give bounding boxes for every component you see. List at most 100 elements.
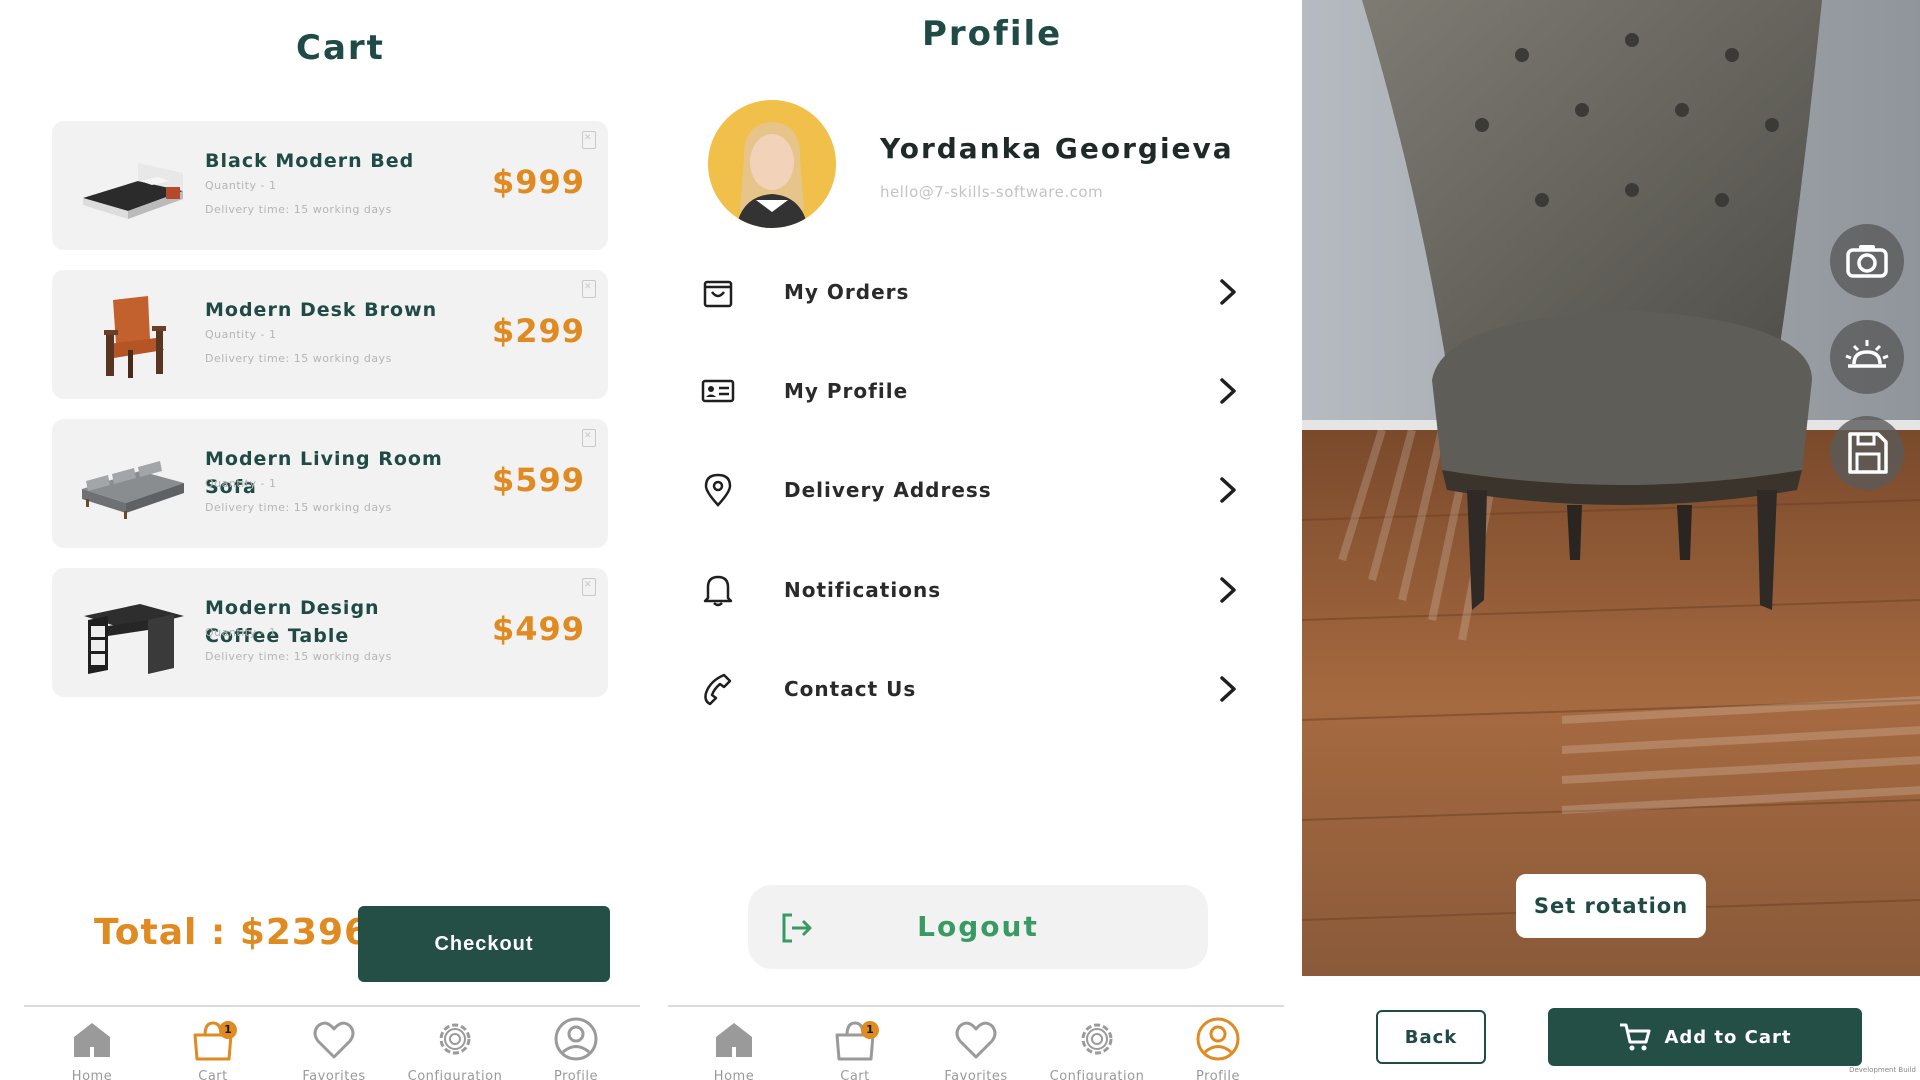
- menu-item-my-profile[interactable]: My Profile: [700, 361, 1240, 421]
- chevron-right-icon: [1220, 279, 1236, 305]
- trash-icon[interactable]: [582, 131, 596, 149]
- nav-item-profile[interactable]: Profile: [1158, 1015, 1278, 1080]
- cart-screen: Cart Black Modern Bed Quantity - 1 Deliv…: [0, 0, 660, 1080]
- trash-icon[interactable]: [582, 280, 596, 298]
- avatar: [708, 100, 836, 228]
- sofa-image: [82, 461, 184, 519]
- desk-image: [84, 604, 184, 674]
- save-button[interactable]: [1830, 416, 1904, 490]
- nav-label: Profile: [1196, 1069, 1240, 1080]
- item-delivery: Delivery time: 15 working days: [205, 352, 392, 365]
- light-icon: [1845, 340, 1889, 368]
- add-to-cart-button[interactable]: Add to Cart: [1548, 1008, 1862, 1066]
- item-quantity: Quantity - 1: [205, 477, 277, 490]
- nav-label: Profile: [554, 1069, 598, 1080]
- gear-icon: [439, 1023, 471, 1055]
- bottom-nav: Home 1 Cart Favorites Configuration Prof…: [668, 1005, 1284, 1080]
- add-to-cart-label: Add to Cart: [1664, 1026, 1792, 1048]
- nav-label: Favorites: [302, 1069, 366, 1080]
- user-icon: [1196, 1017, 1240, 1061]
- trash-icon[interactable]: [582, 429, 596, 447]
- save-icon: [1848, 432, 1888, 474]
- cart-item[interactable]: Modern Living Room Sofa Quantity - 1 Del…: [52, 419, 608, 548]
- item-price: $599: [492, 461, 586, 499]
- menu-label: Contact Us: [784, 677, 917, 701]
- checkout-button[interactable]: Checkout: [358, 906, 610, 982]
- nav-item-profile[interactable]: Profile: [516, 1015, 636, 1080]
- bottom-nav: Home 1 Cart Favorites Configuration Prof…: [24, 1005, 640, 1080]
- item-quantity: Quantity - 1: [205, 626, 277, 639]
- cart-icon: 1: [831, 1015, 879, 1063]
- location-pin-icon: [704, 473, 732, 507]
- item-price: $299: [492, 312, 586, 350]
- nav-item-configuration[interactable]: Configuration: [395, 1015, 515, 1080]
- cart-item[interactable]: Black Modern Bed Quantity - 1 Delivery t…: [52, 121, 608, 250]
- light-button[interactable]: [1830, 320, 1904, 394]
- set-rotation-button[interactable]: Set rotation: [1516, 874, 1706, 938]
- nav-item-cart[interactable]: 1 Cart: [153, 1015, 273, 1080]
- item-delivery: Delivery time: 15 working days: [205, 203, 392, 216]
- id-card-icon: [701, 379, 735, 403]
- nav-item-home[interactable]: Home: [32, 1015, 152, 1080]
- user-icon: [554, 1017, 598, 1061]
- user-name: Yordanka Georgieva: [880, 132, 1234, 165]
- back-button[interactable]: Back: [1376, 1010, 1486, 1064]
- camera-icon: [1846, 245, 1888, 278]
- menu-label: My Orders: [784, 280, 910, 304]
- nav-label: Cart: [840, 1069, 870, 1080]
- item-delivery: Delivery time: 15 working days: [205, 650, 392, 663]
- item-name: Modern Design Coffee Table: [205, 597, 380, 647]
- menu-item-notifications[interactable]: Notifications: [700, 560, 1240, 620]
- nav-label: Home: [713, 1069, 755, 1080]
- bell-icon: [703, 575, 733, 607]
- chair-image: [104, 296, 166, 378]
- menu-label: Notifications: [784, 578, 942, 602]
- item-price: $999: [492, 163, 586, 201]
- home-icon: [716, 1023, 752, 1057]
- item-name: Modern Desk Brown: [205, 299, 438, 321]
- page-title: Cart: [296, 28, 385, 68]
- menu-item-contact-us[interactable]: Contact Us: [700, 659, 1240, 719]
- shopping-bag-icon: [703, 280, 733, 308]
- cart-item[interactable]: Modern Desk Brown Quantity - 1 Delivery …: [52, 270, 608, 399]
- logout-button[interactable]: Logout: [748, 885, 1208, 969]
- nav-item-favorites[interactable]: Favorites: [916, 1015, 1036, 1080]
- avatar-photo: [708, 100, 836, 228]
- item-quantity: Quantity - 1: [205, 328, 277, 341]
- ar-scene: [1302, 0, 1920, 976]
- trash-icon[interactable]: [582, 578, 596, 596]
- cart-item[interactable]: Modern Design Coffee Table Quantity - 1 …: [52, 568, 608, 697]
- logout-label: Logout: [917, 910, 1039, 943]
- nav-item-favorites[interactable]: Favorites: [274, 1015, 394, 1080]
- nav-label: Cart: [198, 1069, 228, 1080]
- cart-badge: 1: [861, 1021, 879, 1039]
- item-quantity: Quantity - 1: [205, 179, 277, 192]
- nav-label: Configuration: [1049, 1069, 1145, 1080]
- home-icon: [74, 1023, 110, 1057]
- profile-screen: Profile Yordanka Georgieva hello@7-skill…: [668, 0, 1284, 1080]
- gear-icon: [1081, 1023, 1113, 1055]
- nav-item-configuration[interactable]: Configuration: [1037, 1015, 1157, 1080]
- shopping-cart-icon: [1620, 1023, 1651, 1051]
- menu-item-my-orders[interactable]: My Orders: [700, 262, 1240, 322]
- item-delivery: Delivery time: 15 working days: [205, 501, 392, 514]
- cart-badge: 1: [219, 1021, 237, 1039]
- heart-icon: [955, 1021, 997, 1059]
- item-name: Black Modern Bed: [205, 150, 415, 172]
- heart-icon: [313, 1021, 355, 1059]
- camera-button[interactable]: [1830, 224, 1904, 298]
- nav-label: Configuration: [407, 1069, 503, 1080]
- cart-icon: 1: [189, 1015, 237, 1063]
- menu-label: Delivery Address: [784, 478, 992, 502]
- nav-item-cart[interactable]: 1 Cart: [795, 1015, 915, 1080]
- ar-screen: Set rotation Back Add to Cart Developmen…: [1302, 0, 1920, 1080]
- chevron-right-icon: [1220, 477, 1236, 503]
- item-price: $499: [492, 610, 586, 648]
- nav-label: Favorites: [944, 1069, 1008, 1080]
- chevron-right-icon: [1220, 378, 1236, 404]
- nav-item-home[interactable]: Home: [674, 1015, 794, 1080]
- user-email: hello@7-skills-software.com: [880, 183, 1104, 201]
- ar-camera-view[interactable]: Set rotation: [1302, 0, 1920, 976]
- menu-item-delivery-address[interactable]: Delivery Address: [700, 460, 1240, 520]
- nav-label: Home: [71, 1069, 113, 1080]
